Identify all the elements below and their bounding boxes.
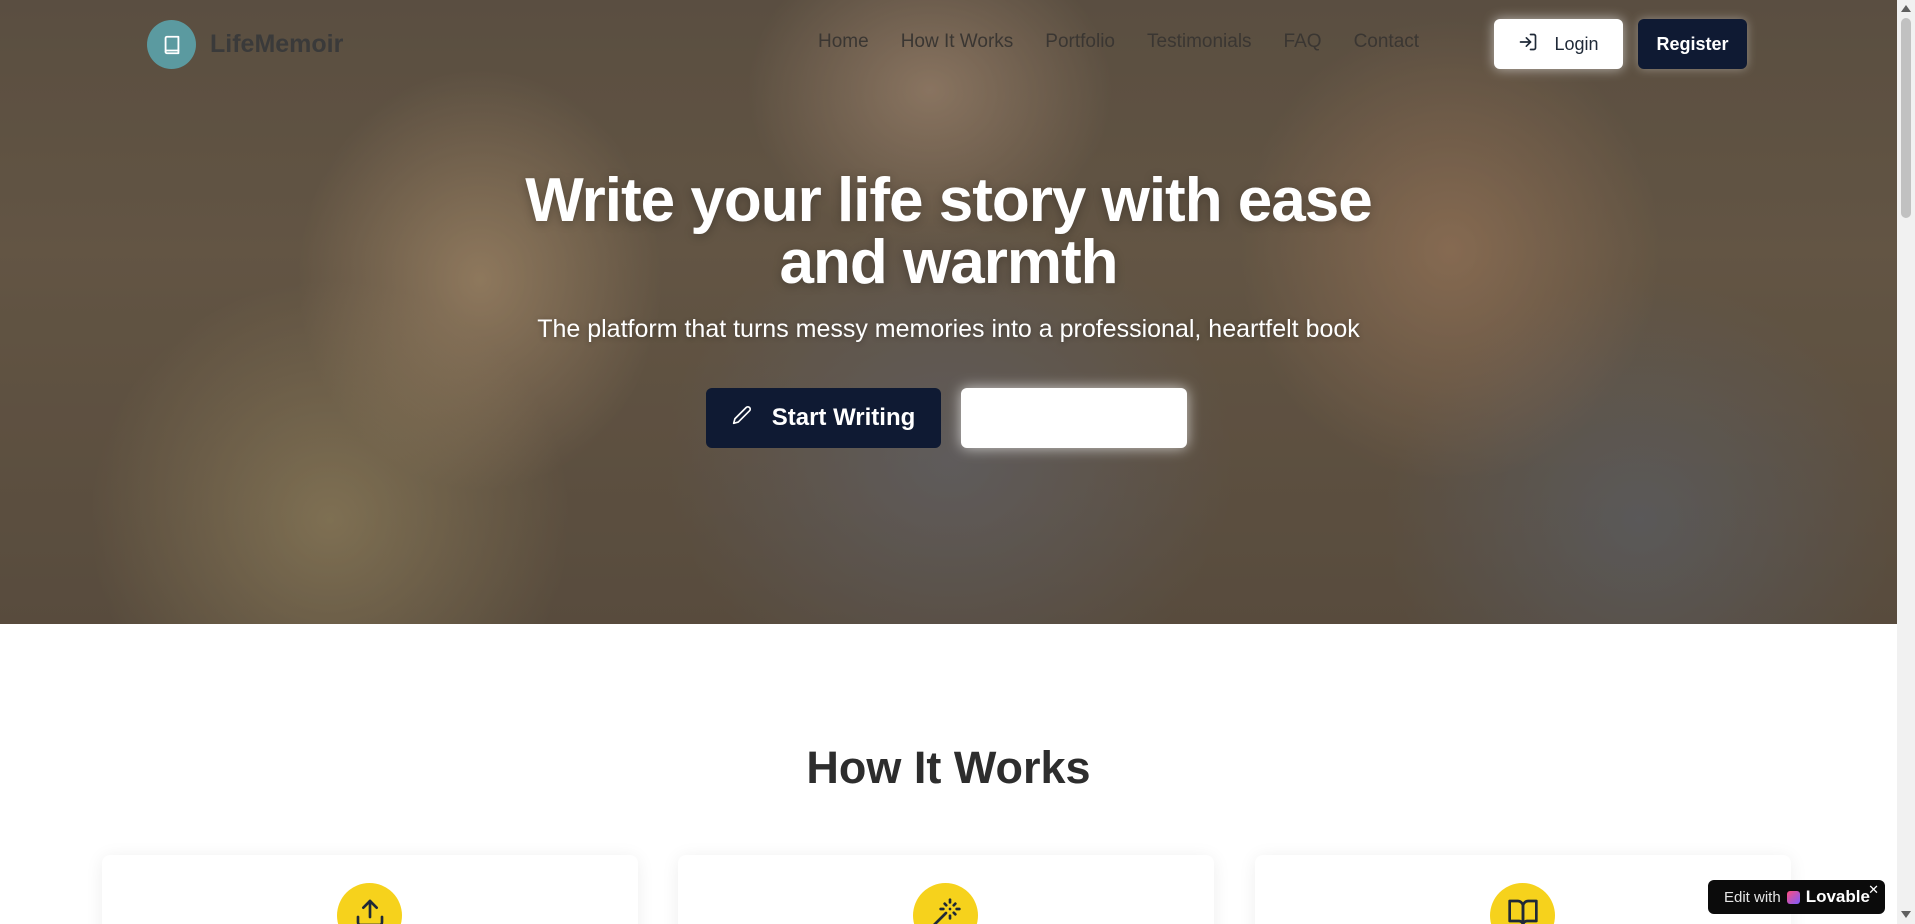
login-label: Login xyxy=(1554,33,1599,54)
login-icon xyxy=(1518,32,1538,57)
nav-link-testimonials[interactable]: Testimonials xyxy=(1147,31,1252,53)
step-card-magic xyxy=(678,855,1214,924)
pencil-icon xyxy=(732,404,752,432)
magic-wand-icon xyxy=(913,883,978,924)
brand-logo[interactable]: LifeMemoir xyxy=(147,20,343,69)
nav-link-how-it-works[interactable]: How It Works xyxy=(901,31,1014,53)
badge-brand-name: Lovable xyxy=(1805,887,1870,906)
hero-background-image xyxy=(0,0,1897,624)
brand-name: LifeMemoir xyxy=(210,30,344,58)
page-scrollbar[interactable] xyxy=(1897,0,1915,924)
hero-title-line2: and warmth xyxy=(779,228,1119,297)
edit-with-lovable-badge[interactable]: Edit with Lovable ✕ xyxy=(1708,880,1885,914)
scroll-up-arrow-icon[interactable] xyxy=(1901,5,1911,12)
hero-title-line1: Write your life story with ease xyxy=(525,166,1372,235)
register-button[interactable]: Register xyxy=(1638,19,1747,69)
badge-prefix: Edit with xyxy=(1724,888,1781,906)
start-writing-label: Start Writing xyxy=(771,404,916,431)
hero-section: LifeMemoir Home How It Works Portfolio T… xyxy=(0,0,1897,624)
close-icon[interactable]: ✕ xyxy=(1868,882,1879,898)
nav-link-portfolio[interactable]: Portfolio xyxy=(1045,31,1115,53)
nav-link-home[interactable]: Home xyxy=(818,31,869,53)
top-navigation: LifeMemoir Home How It Works Portfolio T… xyxy=(0,0,1897,88)
hero-title: Write your life story with ease and warm… xyxy=(0,170,1897,294)
scroll-down-arrow-icon[interactable] xyxy=(1901,911,1911,918)
how-it-works-title: How It Works xyxy=(806,742,1091,793)
login-button[interactable]: Login xyxy=(1494,19,1623,69)
start-writing-button[interactable]: Start Writing xyxy=(706,388,941,448)
book-icon xyxy=(147,20,196,69)
nav-link-contact[interactable]: Contact xyxy=(1354,31,1419,53)
nav-links: Home How It Works Portfolio Testimonials… xyxy=(818,31,1419,53)
hero-subtitle: The platform that turns messy memories i… xyxy=(537,315,1360,343)
step-card-upload xyxy=(102,855,638,924)
lovable-heart-icon xyxy=(1786,890,1800,904)
nav-link-faq[interactable]: FAQ xyxy=(1284,31,1322,53)
upload-icon xyxy=(337,883,402,924)
open-book-icon xyxy=(1490,883,1555,924)
secondary-cta-button[interactable] xyxy=(961,388,1187,448)
scrollbar-thumb[interactable] xyxy=(1901,18,1911,218)
